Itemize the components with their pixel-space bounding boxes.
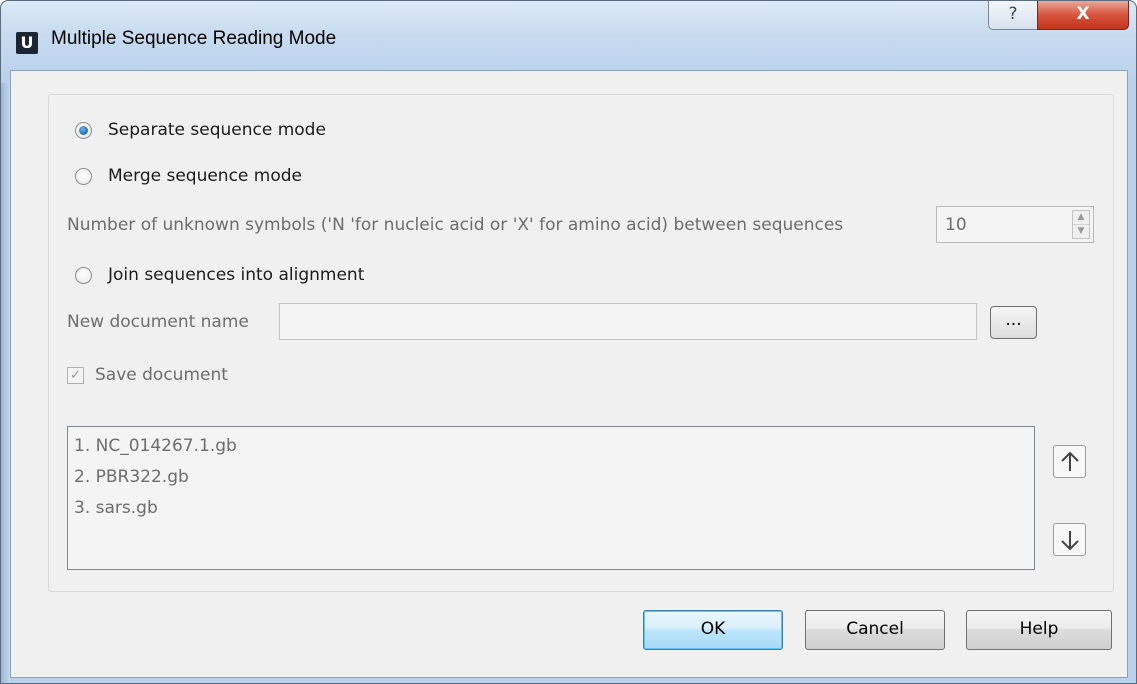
title-help-button[interactable]: ? <box>988 1 1038 30</box>
merge-mode-radio[interactable] <box>75 167 92 185</box>
separate-mode-label: Separate sequence mode <box>108 120 326 140</box>
dialog-window: U Multiple Sequence Reading Mode ? X Sep… <box>0 0 1137 684</box>
save-document-checkbox[interactable]: ✓ <box>67 366 84 384</box>
window-title: Multiple Sequence Reading Mode <box>51 28 337 49</box>
doc-name-input[interactable] <box>279 303 977 340</box>
arrow-down-icon <box>1060 531 1079 551</box>
dialog-client-area: Separate sequence mode Merge sequence mo… <box>10 70 1128 678</box>
move-down-button[interactable] <box>1053 523 1086 556</box>
merge-mode-option[interactable]: Merge sequence mode <box>75 166 302 186</box>
unknown-symbols-value: 10 <box>945 215 967 235</box>
spin-up-icon[interactable]: ▲ <box>1073 211 1089 225</box>
move-up-button[interactable] <box>1053 445 1086 478</box>
join-mode-label: Join sequences into alignment <box>108 265 365 285</box>
browse-button[interactable]: ... <box>990 306 1037 339</box>
list-item[interactable]: 3. sars.gb <box>74 493 1028 529</box>
save-document-option[interactable]: ✓ Save document <box>67 365 228 385</box>
file-list[interactable]: 1. NC_014267.1.gb 2. PBR322.gb 3. sars.g… <box>67 426 1035 570</box>
join-mode-option[interactable]: Join sequences into alignment <box>75 265 364 285</box>
spin-buttons: ▲ ▼ <box>1072 210 1090 239</box>
app-logo-icon: U <box>16 32 38 54</box>
separate-mode-option[interactable]: Separate sequence mode <box>75 120 326 140</box>
frame-edge <box>1 83 10 683</box>
save-document-label: Save document <box>95 365 228 385</box>
cancel-button[interactable]: Cancel <box>805 610 945 650</box>
separate-mode-radio[interactable] <box>75 121 92 139</box>
join-mode-radio[interactable] <box>75 266 92 284</box>
title-close-button[interactable]: X <box>1037 1 1129 30</box>
help-button[interactable]: Help <box>966 610 1112 650</box>
merge-mode-label: Merge sequence mode <box>108 166 303 186</box>
arrow-up-icon <box>1060 451 1079 471</box>
unknown-symbols-label: Number of unknown symbols ('N 'for nucle… <box>67 215 844 235</box>
doc-name-label: New document name <box>67 312 249 332</box>
spin-down-icon[interactable]: ▼ <box>1073 225 1089 238</box>
ok-button[interactable]: OK <box>643 610 783 650</box>
mode-groupbox: Separate sequence mode Merge sequence mo… <box>48 94 1114 592</box>
unknown-symbols-spinbox[interactable]: 10 ▲ ▼ <box>936 206 1094 243</box>
